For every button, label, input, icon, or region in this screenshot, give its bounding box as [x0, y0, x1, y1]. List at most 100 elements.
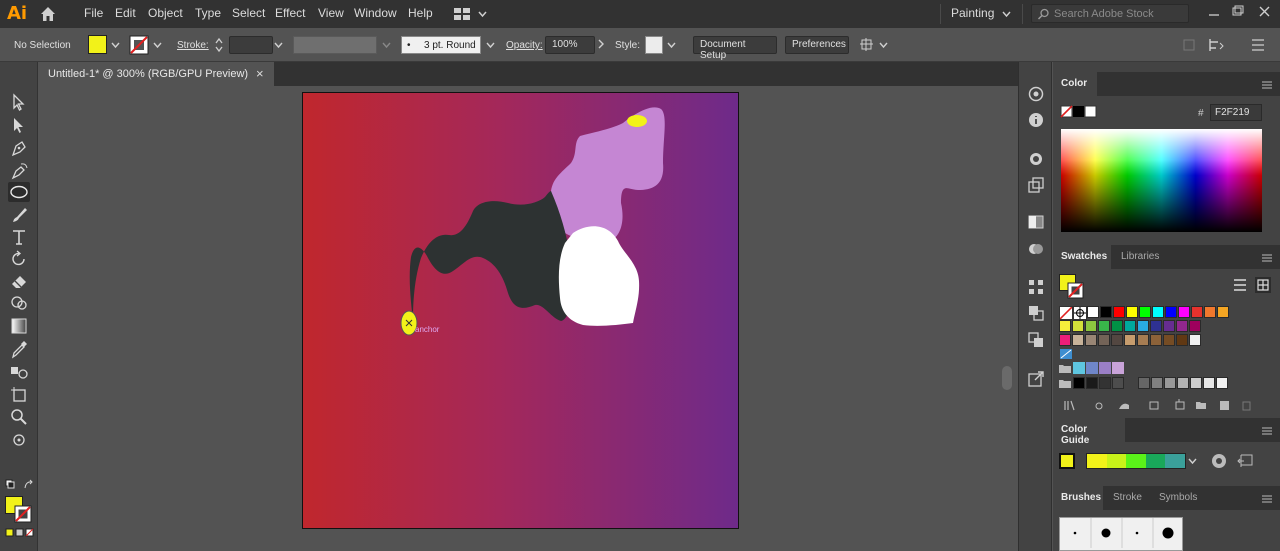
gray-swatch[interactable]: [1086, 377, 1098, 389]
stroke-none-swatch[interactable]: [129, 35, 149, 55]
swatch[interactable]: [1085, 320, 1097, 332]
menu-effect[interactable]: Effect: [275, 6, 305, 20]
rotate-tool[interactable]: [8, 249, 30, 269]
swatch-none[interactable]: [1059, 306, 1073, 320]
menu-type[interactable]: Type: [195, 6, 221, 20]
align-controls[interactable]: [1182, 37, 1272, 53]
swatch[interactable]: [1176, 320, 1188, 332]
opacity-label[interactable]: Opacity:: [506, 40, 543, 51]
gray-swatch[interactable]: [1073, 377, 1085, 389]
swatch[interactable]: [1189, 320, 1201, 332]
harmony-colors[interactable]: [1086, 453, 1186, 469]
panel-menu-icon[interactable]: [1261, 80, 1273, 90]
stroke-label[interactable]: Stroke:: [177, 40, 209, 51]
swatch[interactable]: [1176, 334, 1188, 346]
preferences-button[interactable]: Preferences: [785, 36, 849, 54]
pen-tool[interactable]: [8, 138, 30, 158]
chevron-down-icon[interactable]: [274, 41, 283, 49]
swatch[interactable]: [1098, 320, 1110, 332]
menu-object[interactable]: Object: [148, 6, 183, 20]
harmony-color[interactable]: [1087, 454, 1107, 468]
shape-builder-tool[interactable]: [8, 293, 30, 313]
type-tool[interactable]: [8, 227, 30, 247]
search-stock-field[interactable]: Search Adobe Stock: [1031, 4, 1189, 23]
menu-edit[interactable]: Edit: [115, 6, 136, 20]
artboard-tool[interactable]: [8, 384, 30, 404]
swatch-panel-footer[interactable]: [1063, 399, 1253, 413]
swatch-group-color[interactable]: [1099, 362, 1111, 374]
swatch[interactable]: [1111, 320, 1123, 332]
swatch[interactable]: [1059, 320, 1071, 332]
swatch[interactable]: [1137, 320, 1149, 332]
properties-icon[interactable]: [1027, 85, 1045, 103]
stroke-tab[interactable]: Stroke: [1105, 486, 1151, 510]
info-icon[interactable]: [1027, 111, 1045, 129]
document-tab[interactable]: Untitled-1* @ 300% (RGB/GPU Preview) ×: [38, 62, 274, 86]
default-colors-icon[interactable]: [5, 478, 35, 492]
selection-tool[interactable]: [8, 92, 30, 112]
gray-swatch[interactable]: [1190, 377, 1202, 389]
none-white-black-swatches[interactable]: [1060, 105, 1098, 119]
align-icon[interactable]: [1027, 278, 1045, 296]
swatch[interactable]: [1085, 334, 1097, 346]
color-spectrum[interactable]: [1061, 129, 1262, 232]
pathfinder-icon[interactable]: [1027, 304, 1045, 322]
home-icon[interactable]: [39, 5, 57, 23]
swatch-group-color[interactable]: [1073, 362, 1085, 374]
menu-help[interactable]: Help: [408, 6, 433, 20]
eraser-tool[interactable]: [8, 271, 30, 291]
chevron-down-icon[interactable]: [1188, 457, 1197, 465]
color-themes-icon[interactable]: [1027, 240, 1045, 258]
swatch[interactable]: [1111, 334, 1123, 346]
menu-file[interactable]: File: [84, 6, 103, 20]
gray-swatch[interactable]: [1203, 377, 1215, 389]
swatch[interactable]: [1137, 334, 1149, 346]
stroke-weight-input[interactable]: [229, 36, 273, 54]
document-setup-button[interactable]: Document Setup: [693, 36, 777, 61]
dark-body-shape[interactable]: [409, 191, 574, 321]
swatch[interactable]: [1098, 334, 1110, 346]
brush-list[interactable]: [1059, 517, 1183, 551]
gradient-tool[interactable]: [8, 316, 30, 336]
color-mode-buttons[interactable]: [5, 528, 35, 538]
direct-selection-tool[interactable]: [8, 115, 30, 135]
gray-swatch[interactable]: [1112, 377, 1124, 389]
swatch[interactable]: [1165, 306, 1177, 318]
folder-icon[interactable]: [1059, 363, 1071, 373]
swatch[interactable]: [1072, 320, 1084, 332]
yellow-ellipse-top[interactable]: [627, 115, 647, 127]
gray-swatch[interactable]: [1164, 377, 1176, 389]
gray-swatch[interactable]: [1216, 377, 1228, 389]
harmony-color[interactable]: [1126, 454, 1146, 468]
color-panel-tab[interactable]: Color: [1053, 72, 1097, 96]
fill-swatch[interactable]: [88, 35, 107, 54]
swatch[interactable]: [1163, 320, 1175, 332]
harmony-color[interactable]: [1165, 454, 1185, 468]
swatches-tab[interactable]: Swatches: [1053, 245, 1111, 269]
opacity-input[interactable]: 100%: [545, 36, 595, 54]
harmony-color[interactable]: [1106, 454, 1127, 468]
swatch-registration[interactable]: [1073, 306, 1087, 320]
swatch[interactable]: [1150, 334, 1162, 346]
libraries-tab[interactable]: Libraries: [1113, 245, 1165, 269]
swatch[interactable]: [1126, 306, 1138, 318]
paintbrush-tool[interactable]: [8, 205, 30, 225]
menu-view[interactable]: View: [318, 6, 344, 20]
stepper-icon[interactable]: [214, 37, 224, 53]
swatch[interactable]: [1072, 334, 1084, 346]
menu-select[interactable]: Select: [232, 6, 265, 20]
swatch-group-color[interactable]: [1086, 362, 1098, 374]
swatch[interactable]: [1204, 306, 1216, 318]
chevron-down-icon[interactable]: [1002, 10, 1011, 18]
chevron-down-icon[interactable]: [382, 41, 391, 49]
gradient-panel-icon[interactable]: [1027, 213, 1045, 231]
gray-swatch[interactable]: [1151, 377, 1163, 389]
swatch[interactable]: [1059, 334, 1071, 346]
appearance-icon[interactable]: [1027, 150, 1045, 168]
workspace-switcher[interactable]: Painting: [951, 6, 994, 20]
edit-toolbar-button[interactable]: [8, 430, 30, 450]
arrange-documents-icon[interactable]: [454, 7, 488, 21]
save-group-icon[interactable]: [1236, 453, 1254, 469]
base-color-swatch[interactable]: [1059, 453, 1075, 469]
swatch[interactable]: [1191, 306, 1203, 318]
